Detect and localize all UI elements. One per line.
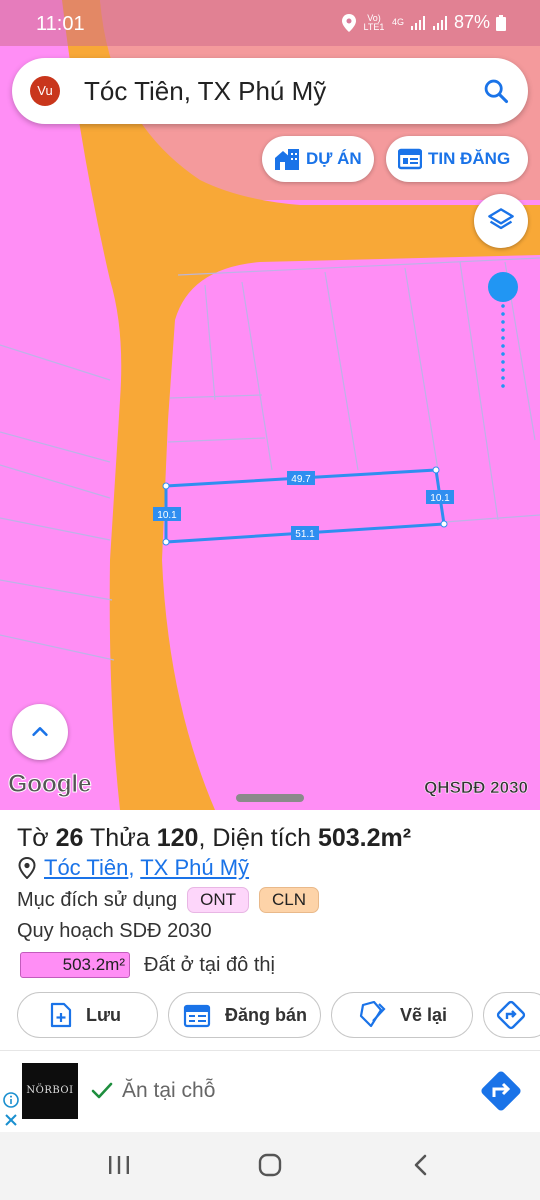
land-use-purpose: Mục đích sử dụng ONT CLN xyxy=(17,887,320,913)
parcel-vertex[interactable] xyxy=(440,520,448,528)
recent-apps-button[interactable] xyxy=(104,1150,134,1180)
ad-text: Ăn tại chỗ xyxy=(122,1079,216,1102)
edge-length-left: 10.1 xyxy=(157,510,177,521)
town-link[interactable]: TX Phú Mỹ xyxy=(140,855,249,880)
back-icon xyxy=(414,1154,427,1176)
ward-link[interactable]: Tóc Tiên xyxy=(44,855,128,880)
avatar[interactable]: Vu xyxy=(30,76,60,106)
projects-button[interactable]: DỰ ÁN xyxy=(262,136,374,182)
volte-label: Vo) LTE1 xyxy=(363,12,385,32)
plan-title: Quy hoạch SDĐ 2030 xyxy=(17,920,212,942)
calendar-icon xyxy=(183,1004,211,1028)
location-pin-icon xyxy=(18,857,36,879)
chevron-up-icon xyxy=(32,727,48,737)
clock: 11:01 xyxy=(36,13,85,35)
parcel-vertex[interactable] xyxy=(162,538,170,546)
battery-percent: 87% xyxy=(453,12,490,32)
system-nav-bar xyxy=(0,1132,540,1200)
plan-use-label: Đất ở tại đô thị xyxy=(144,953,275,976)
directions-button[interactable] xyxy=(483,992,540,1038)
redraw-label: Vẽ lại xyxy=(400,1004,448,1025)
location-separator: , xyxy=(128,855,135,880)
edge-length-right: 10.1 xyxy=(430,493,450,504)
back-button[interactable] xyxy=(406,1150,436,1180)
post-for-sale-label: Đăng bán xyxy=(225,1004,308,1025)
expand-panel-button[interactable] xyxy=(12,704,68,760)
search-bar[interactable]: Vu Tóc Tiên, TX Phú Mỹ xyxy=(12,58,528,124)
ad-directions-icon[interactable] xyxy=(477,1067,525,1115)
parcel-title: Tờ 26 Thửa 120, Diện tích 503.2m² xyxy=(17,824,412,852)
slider-handle[interactable] xyxy=(488,272,518,302)
purpose-label: Mục đích sử dụng xyxy=(17,888,178,911)
status-icons: Vo) LTE1 4G 87% xyxy=(341,12,506,33)
search-icon[interactable] xyxy=(482,77,510,105)
save-label: Lưu xyxy=(86,1004,122,1025)
ad-close-icon[interactable] xyxy=(4,1113,18,1127)
parcel-info-sheet: Tờ 26 Thửa 120, Diện tích 503.2m² Tóc Ti… xyxy=(0,794,540,1050)
redraw-button[interactable]: Vẽ lại xyxy=(331,992,473,1038)
save-button[interactable]: Lưu xyxy=(17,992,158,1038)
plan-row: 503.2m² Đất ở tại đô thị xyxy=(20,952,275,978)
ad-brand-logo[interactable]: NÖRBOI xyxy=(22,1063,78,1119)
layer-name-label: QHSDĐ 2030 xyxy=(424,778,528,798)
signal-icon xyxy=(410,15,425,30)
sheet-drag-handle[interactable] xyxy=(236,794,304,802)
redraw-pen-icon xyxy=(359,1001,386,1028)
building-icon xyxy=(275,149,299,170)
edge-length-top: 49.7 xyxy=(291,474,311,485)
ad-info-icon[interactable] xyxy=(3,1092,19,1108)
post-for-sale-button[interactable]: Đăng bán xyxy=(168,992,321,1038)
parcel-vertex[interactable] xyxy=(162,482,170,490)
google-logo: Google xyxy=(7,770,92,799)
layers-icon xyxy=(488,208,514,230)
listings-button[interactable]: TIN ĐĂNG xyxy=(386,136,528,182)
layers-button[interactable] xyxy=(474,194,528,248)
purpose-tag-ont: ONT xyxy=(187,887,250,913)
opacity-slider[interactable] xyxy=(488,272,518,390)
listing-icon xyxy=(398,148,422,170)
recent-apps-icon xyxy=(109,1156,129,1174)
status-bar: 11:01 Vo) LTE1 4G 87% xyxy=(0,0,540,46)
listings-label: TIN ĐĂNG xyxy=(428,149,511,168)
signal-icon-2 xyxy=(432,15,447,30)
slider-track[interactable] xyxy=(501,294,505,388)
check-icon xyxy=(91,1082,113,1099)
directions-icon xyxy=(496,1000,526,1030)
projects-label: DỰ ÁN xyxy=(306,149,362,168)
edge-length-bottom: 51.1 xyxy=(295,529,315,540)
location-icon xyxy=(341,13,356,32)
home-icon xyxy=(258,1153,282,1177)
add-file-icon xyxy=(50,1002,72,1028)
parcel-location: Tóc Tiên, TX Phú Mỹ xyxy=(18,855,249,881)
ad-banner[interactable]: NÖRBOI Ăn tại chỗ xyxy=(0,1050,540,1132)
purpose-tag-cln: CLN xyxy=(259,887,320,913)
plan-area-badge: 503.2m² xyxy=(20,952,130,978)
battery-icon xyxy=(496,14,506,31)
network-label: 4G xyxy=(391,17,404,27)
home-button[interactable] xyxy=(255,1150,285,1180)
search-input[interactable]: Tóc Tiên, TX Phú Mỹ xyxy=(84,76,326,107)
parcel-vertex[interactable] xyxy=(432,466,440,474)
